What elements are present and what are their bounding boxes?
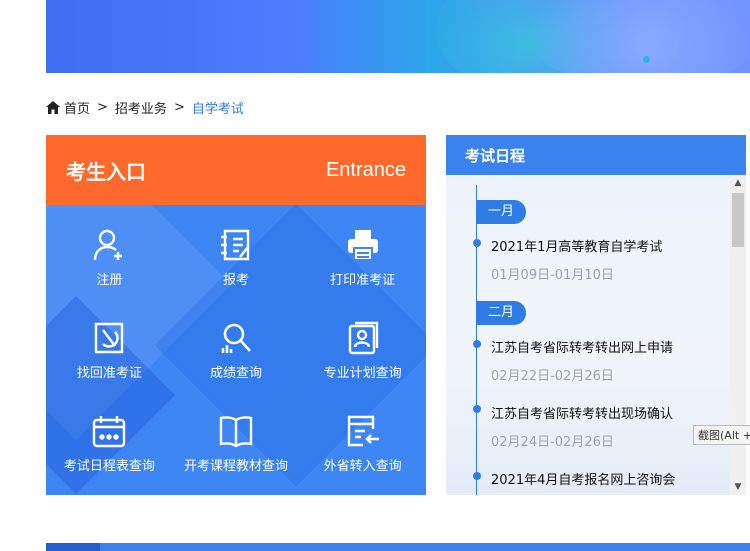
entrance-header: 考生入口 Entrance [46, 135, 426, 205]
score-search-icon [221, 323, 251, 353]
breadcrumb-recruitment-link[interactable]: 招考业务 [115, 98, 167, 117]
candidate-entrance-panel: 考生入口 Entrance 注册 报考 打印准考证 找回准考证 成绩查询 专业计… [46, 135, 426, 495]
entrance-score-query[interactable]: 成绩查询 [173, 298, 300, 391]
scrollbar-thumb[interactable] [732, 193, 744, 247]
timeline-dot [473, 472, 481, 480]
entrance-register[interactable]: 注册 [46, 205, 173, 298]
breadcrumb-separator: > [97, 100, 108, 115]
top-banner[interactable] [46, 0, 750, 73]
breadcrumb-current: 自学考试 [191, 102, 244, 117]
next-section-tab[interactable] [46, 543, 100, 551]
month-tag: 二月 [476, 301, 526, 325]
entrance-course-material-query[interactable]: 开考课程教材查询 [173, 391, 300, 484]
entrance-score-query-label: 成绩查询 [209, 366, 262, 381]
banner-decoration [516, 0, 750, 73]
apply-form-icon [220, 229, 250, 261]
entrance-apply-label: 报考 [222, 273, 249, 288]
calendar-icon [93, 416, 126, 448]
breadcrumb-separator: > [173, 100, 185, 115]
entrance-transfer-in-query-label: 外省转入查询 [323, 459, 402, 474]
scroll-down-icon[interactable]: ▼ [732, 481, 744, 493]
timeline-dot [473, 340, 481, 348]
entrance-major-plan-label: 专业计划查询 [323, 366, 402, 381]
transfer-in-icon [347, 415, 379, 447]
next-section-bar [46, 543, 750, 551]
retrieve-card-icon [95, 322, 124, 354]
entrance-body: 注册 报考 打印准考证 找回准考证 成绩查询 专业计划查询 考试日程表查询 开考… [46, 205, 426, 495]
entrance-grid: 注册 报考 打印准考证 找回准考证 成绩查询 专业计划查询 考试日程表查询 开考… [46, 205, 426, 495]
entrance-register-label: 注册 [96, 273, 123, 288]
schedule-event-date: 02月22日-02月26日 [491, 369, 614, 384]
entrance-title: 考生入口 [66, 159, 146, 184]
entrance-schedule-query-label: 考试日程表查询 [63, 459, 155, 474]
month-tag: 一月 [476, 200, 526, 224]
entrance-print-admission[interactable]: 打印准考证 [299, 205, 426, 298]
screenshot-tooltip: 截图(Alt + [693, 425, 750, 445]
schedule-header: 考试日程 [446, 135, 746, 175]
entrance-major-plan[interactable]: 专业计划查询 [299, 298, 426, 391]
major-plan-icon [348, 321, 378, 355]
schedule-list[interactable]: 一月 2021年1月高等教育自学考试 01月09日-01月10日 二月 江苏自考… [446, 175, 746, 495]
breadcrumb: 首页 > 招考业务 > 自学考试 [46, 98, 244, 117]
scroll-up-icon[interactable]: ▲ [732, 177, 744, 189]
schedule-event-date: 02月24日-02月26日 [491, 435, 614, 450]
entrance-title-en: Entrance [325, 158, 406, 181]
entrance-schedule-query[interactable]: 考试日程表查询 [46, 391, 173, 484]
entrance-retrieve-admission[interactable]: 找回准考证 [46, 298, 173, 391]
home-icon [46, 101, 60, 114]
schedule-event-title[interactable]: 江苏自考省际转考转出网上申请 [491, 337, 673, 356]
entrance-transfer-in-query[interactable]: 外省转入查询 [299, 391, 426, 484]
schedule-event-title[interactable]: 2021年4月自考报名网上咨询会 [491, 469, 675, 488]
schedule-scrollbar[interactable]: ▲ ▼ [730, 175, 746, 495]
book-icon [219, 416, 253, 448]
entrance-apply[interactable]: 报考 [173, 205, 300, 298]
timeline-dot [473, 239, 481, 247]
entrance-retrieve-admission-label: 找回准考证 [76, 366, 142, 381]
entrance-course-material-query-label: 开考课程教材查询 [183, 459, 288, 474]
schedule-event-title[interactable]: 2021年1月高等教育自学考试 [491, 236, 662, 255]
entrance-print-admission-label: 打印准考证 [330, 273, 396, 288]
printer-icon [347, 230, 378, 261]
banner-pagination-dot[interactable] [643, 56, 650, 63]
register-user-icon [94, 229, 123, 261]
breadcrumb-home-link[interactable]: 首页 [64, 98, 90, 117]
timeline-dot [473, 405, 481, 413]
schedule-event-date: 01月09日-01月10日 [491, 268, 614, 283]
schedule-event-title[interactable]: 江苏自考省际转考转出现场确认 [491, 403, 673, 422]
